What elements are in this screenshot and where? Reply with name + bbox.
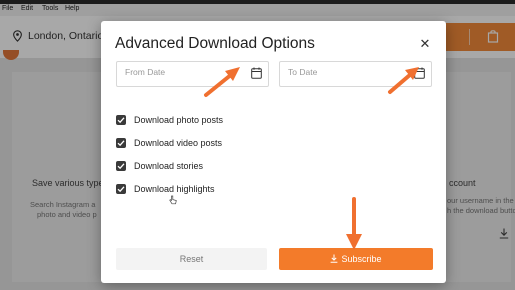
- to-date-input[interactable]: [286, 66, 390, 78]
- close-icon[interactable]: ✕: [417, 36, 433, 52]
- dialog-title: Advanced Download Options: [115, 35, 315, 52]
- subscribe-label: Subscribe: [341, 254, 382, 264]
- option-stories[interactable]: Download stories: [116, 159, 203, 173]
- calendar-icon[interactable]: [251, 67, 262, 79]
- advanced-download-options-dialog: Advanced Download Options ✕ Download pho…: [101, 21, 446, 283]
- download-icon: [331, 254, 338, 263]
- option-highlights[interactable]: Download highlights: [116, 182, 215, 196]
- from-date-field[interactable]: [116, 61, 269, 87]
- check-icon: [117, 163, 125, 170]
- option-label: Download video posts: [134, 138, 223, 148]
- annotation-arrow-to-date: [388, 67, 419, 94]
- annotation-arrow-from-date: [204, 67, 240, 97]
- check-icon: [117, 140, 125, 147]
- option-video-posts[interactable]: Download video posts: [116, 136, 222, 150]
- check-icon: [117, 186, 125, 193]
- option-label: Download photo posts: [134, 115, 224, 125]
- reset-button[interactable]: Reset: [116, 248, 267, 270]
- video-posts-checkbox[interactable]: [116, 138, 126, 148]
- option-photo-posts[interactable]: Download photo posts: [116, 113, 223, 127]
- option-label: Download highlights: [134, 184, 215, 194]
- hand-cursor-icon: [169, 195, 177, 205]
- photo-posts-checkbox[interactable]: [116, 115, 126, 125]
- check-icon: [117, 117, 125, 124]
- option-label: Download stories: [134, 161, 204, 171]
- stories-checkbox[interactable]: [116, 161, 126, 171]
- annotation-arrow-subscribe: [346, 197, 362, 250]
- highlights-checkbox[interactable]: [116, 184, 126, 194]
